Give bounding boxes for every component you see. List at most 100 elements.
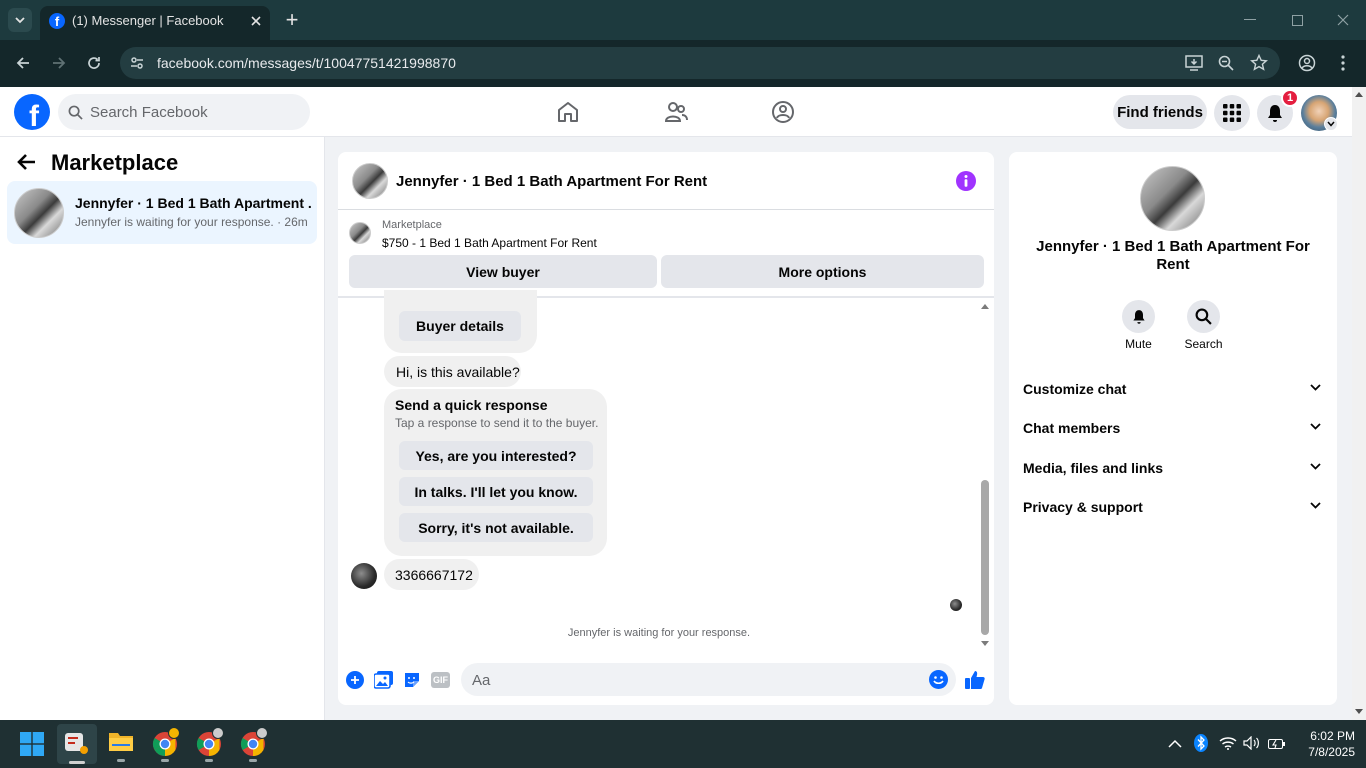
restore-window-button[interactable] (1287, 10, 1307, 30)
chat-avatar[interactable] (352, 163, 388, 199)
clock-time[interactable]: 6:02 PM (1297, 729, 1355, 743)
reload-button[interactable] (83, 52, 105, 74)
attach-photo-button[interactable] (373, 671, 394, 689)
browser-menu-button[interactable] (1333, 52, 1353, 74)
chevron-down-icon (1327, 121, 1335, 127)
arrow-left-icon (16, 57, 29, 69)
more-vertical-icon (1341, 55, 1345, 71)
speaker-icon (1243, 735, 1259, 751)
close-tab-button[interactable] (246, 11, 266, 31)
taskbar-app-file-explorer[interactable] (108, 730, 134, 762)
gif-button[interactable]: GIF (431, 672, 450, 688)
minimize-window-button[interactable] (1240, 10, 1260, 30)
scroll-down-icon (981, 641, 989, 646)
nav-home[interactable] (555, 99, 581, 125)
install-icon (1185, 55, 1203, 71)
back-button[interactable] (16, 151, 42, 177)
conversation-avatar (14, 188, 64, 238)
profile-button[interactable] (1296, 52, 1318, 74)
battery-button[interactable] (1268, 737, 1286, 751)
running-indicator (69, 761, 85, 764)
conversation-info-button[interactable] (956, 171, 976, 191)
buyer-details-button[interactable]: Buyer details (399, 311, 521, 341)
close-icon (251, 16, 261, 26)
facebook-favicon-icon: f (49, 13, 65, 29)
quick-response-subtitle: Tap a response to send it to the buyer. (395, 416, 599, 430)
search-placeholder: Search Facebook (90, 104, 208, 121)
tune-icon (131, 57, 143, 69)
mute-label: Mute (1125, 337, 1152, 351)
panel-title: Marketplace (51, 150, 179, 175)
clock-date[interactable]: 7/8/2025 (1297, 745, 1355, 759)
mute-button[interactable] (1122, 300, 1155, 333)
folder-icon (109, 733, 133, 751)
section-label: Chat members (1023, 420, 1121, 436)
listing-title[interactable]: $750 - 1 Bed 1 Bath Apartment For Rent (382, 236, 597, 250)
info-avatar[interactable] (1140, 166, 1205, 231)
scroll-up-icon (1355, 92, 1363, 97)
chat-title[interactable]: Jennyfer · 1 Bed 1 Bath Apartment For Re… (396, 173, 707, 190)
find-friends-button[interactable]: Find friends (1113, 95, 1207, 129)
battery-charging-icon (1268, 739, 1285, 749)
taskbar-app-chrome-1[interactable] (152, 727, 180, 762)
chevron-down-icon (1310, 502, 1321, 509)
chat-scrollbar[interactable] (978, 298, 992, 652)
bookmark-button[interactable] (1248, 52, 1270, 74)
message-input-placeholder: Aa (472, 672, 491, 689)
site-info-button[interactable] (127, 53, 147, 73)
start-button[interactable] (20, 732, 44, 756)
forward-button[interactable] (48, 52, 70, 74)
quick-reply-unavailable-button[interactable]: Sorry, it's not available. (399, 513, 593, 542)
page-scrollbar[interactable] (1352, 87, 1366, 720)
grid-menu-icon (1223, 104, 1241, 122)
conversation-preview: Jennyfer is waiting for your response. ·… (75, 215, 308, 229)
snipping-tool-icon (65, 733, 88, 754)
zoom-button[interactable] (1215, 52, 1237, 74)
bluetooth-icon (1194, 734, 1208, 752)
menu-button[interactable] (1214, 95, 1250, 131)
tab-search-button[interactable] (8, 8, 32, 32)
close-window-button[interactable] (1333, 10, 1353, 30)
show-hidden-icons-button[interactable] (1168, 736, 1184, 752)
message-input[interactable] (461, 663, 956, 696)
new-tab-button[interactable]: + (281, 7, 303, 32)
taskbar-app-snipping[interactable] (57, 724, 97, 764)
url-text[interactable]: facebook.com/messages/t/1004775142199887… (157, 55, 456, 71)
more-options-button[interactable]: More options (661, 255, 984, 288)
sticker-button[interactable] (403, 671, 421, 689)
account-menu-button[interactable] (1324, 117, 1338, 131)
view-buyer-button[interactable]: View buyer (349, 255, 657, 288)
taskbar-app-chrome-2[interactable] (196, 727, 224, 762)
search-in-conversation-button[interactable] (1187, 300, 1220, 333)
reload-icon (88, 57, 100, 69)
facebook-logo-icon[interactable]: f (14, 94, 50, 130)
nav-friends[interactable] (663, 99, 689, 125)
quick-reply-yes-button[interactable]: Yes, are you interested? (399, 441, 593, 470)
read-receipt-avatar (950, 599, 962, 611)
search-label: Search (1184, 337, 1223, 351)
send-like-button[interactable] (964, 669, 986, 691)
taskbar-app-chrome-3[interactable] (240, 727, 268, 762)
wifi-button[interactable] (1219, 736, 1237, 752)
emoji-button[interactable] (929, 670, 948, 689)
message-text: Hi, is this available? (396, 364, 520, 380)
sticker-icon (405, 673, 419, 687)
more-actions-button[interactable] (346, 671, 364, 689)
close-icon (1337, 14, 1349, 26)
back-button[interactable] (12, 52, 34, 74)
nav-groups[interactable] (770, 99, 796, 125)
install-app-button[interactable] (1183, 52, 1205, 74)
message-text[interactable]: 3366667172 (395, 567, 473, 583)
divider (338, 209, 994, 210)
profile-badge (168, 727, 180, 739)
search-icon (68, 105, 83, 120)
sender-avatar[interactable] (351, 563, 377, 589)
bluetooth-button[interactable] (1194, 734, 1208, 752)
bell-icon (1268, 105, 1282, 122)
profile-badge (212, 727, 224, 739)
volume-button[interactable] (1243, 735, 1261, 752)
scrollbar-thumb[interactable] (981, 480, 989, 635)
quick-reply-talks-button[interactable]: In talks. I'll let you know. (399, 477, 593, 506)
profile-badge (256, 727, 268, 739)
running-indicator (117, 759, 125, 762)
